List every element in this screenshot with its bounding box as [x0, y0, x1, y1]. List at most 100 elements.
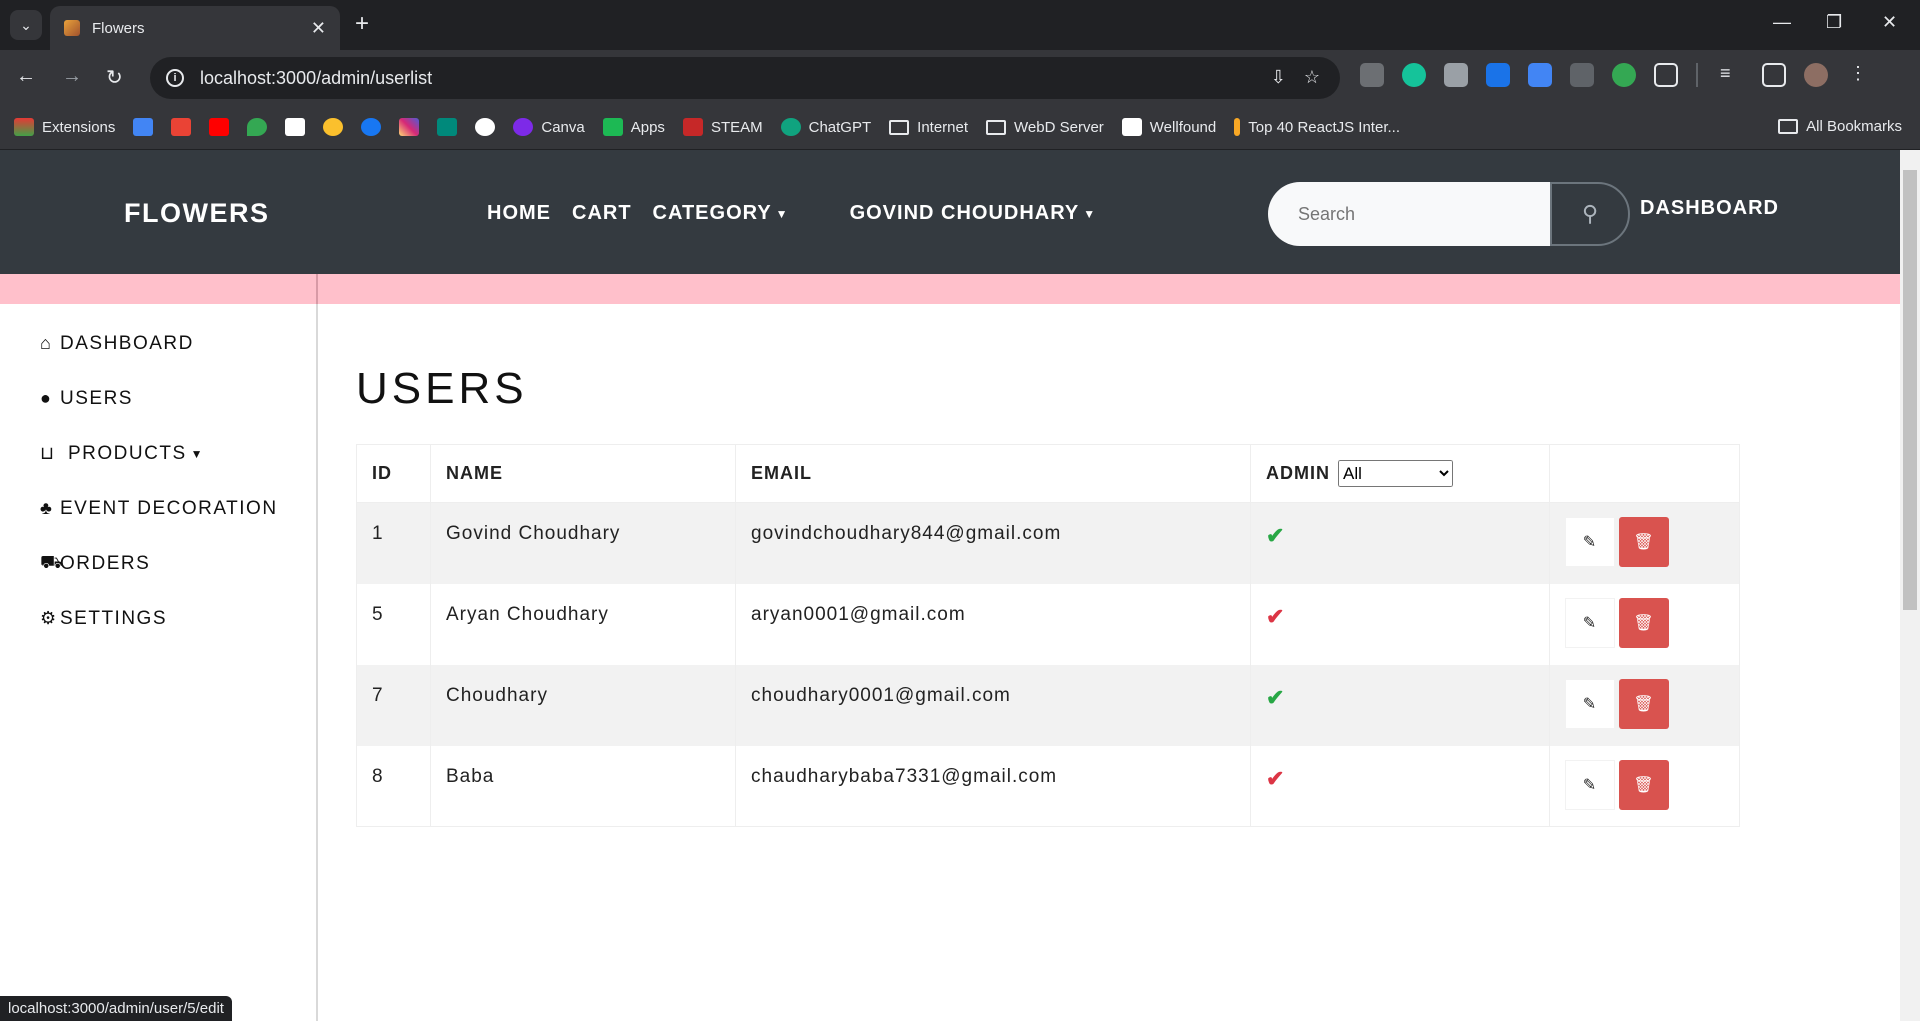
delete-button[interactable]: 🗑 [1619, 597, 1669, 648]
edit-button[interactable]: ✎ [1565, 759, 1615, 810]
site-info-icon[interactable]: i [166, 69, 184, 87]
sidebar-item-products[interactable]: ⊔ PRODUCTS ▼ [0, 426, 316, 481]
address-bar[interactable]: i localhost:3000/admin/userlist ⇩ ☆ [150, 57, 1340, 99]
tab-search-chevron-icon[interactable]: ⌄ [10, 10, 42, 40]
bookmark-internet[interactable]: Internet [889, 119, 968, 136]
scrollbar-thumb[interactable] [1903, 170, 1917, 610]
admin-filter-select[interactable]: All [1338, 460, 1454, 487]
bookmark-apps[interactable]: Apps [602, 118, 665, 136]
bookmark-gmail[interactable] [171, 118, 192, 136]
bookmark-facebook[interactable] [361, 118, 382, 136]
column-header-admin: ADMIN All [1250, 444, 1550, 503]
folder-icon [986, 119, 1007, 135]
browser-tabbar: ⌄ Flowers ✕ + — ❐ ✕ [0, 0, 1920, 50]
bookmark-extensions[interactable]: Extensions [14, 118, 115, 136]
menu-category[interactable]: CATEGORY ▼ [653, 202, 789, 225]
edit-icon: ✎ [1582, 534, 1598, 551]
sidebar-item-orders[interactable]: ⛟ ORDERS [0, 536, 316, 591]
cell-admin: ✔ [1250, 583, 1550, 665]
bookmark-translate[interactable] [133, 118, 154, 136]
docs-extension-icon[interactable] [1528, 63, 1552, 87]
cell-admin: ✔ [1250, 745, 1550, 827]
search-button[interactable]: ⚲ [1550, 182, 1630, 246]
window-close-icon[interactable]: ✕ [1882, 12, 1897, 33]
sidebar-item-label: EVENT DECORATION [60, 497, 278, 519]
minimize-icon[interactable]: — [1773, 12, 1791, 33]
shield-extension-icon[interactable] [1360, 63, 1384, 87]
menu-category-label: CATEGORY [652, 202, 772, 224]
bookmark-wellfound[interactable]: Wellfound [1121, 118, 1216, 136]
edit-button[interactable]: ✎ [1565, 517, 1615, 567]
browser-menu-icon[interactable]: ⋮ [1846, 63, 1870, 87]
bookmark-meet[interactable] [437, 118, 458, 136]
bookmark-youtube[interactable] [209, 118, 230, 136]
bookmark-instagram[interactable] [399, 118, 420, 136]
hand-extension-icon[interactable] [1444, 63, 1468, 87]
bookmark-steam[interactable]: STEAM [682, 118, 763, 136]
edit-button[interactable]: ✎ [1565, 597, 1615, 648]
sidebar-item-users[interactable]: ● USERS [0, 371, 316, 426]
cell-id: 8 [356, 745, 431, 827]
reload-icon[interactable]: ↻ [106, 65, 123, 90]
back-icon[interactable]: ← [16, 65, 36, 88]
delete-button[interactable]: 🗑 [1619, 517, 1669, 567]
target-extension-icon[interactable] [1612, 63, 1636, 87]
column-header-email: EMAIL [735, 444, 1251, 503]
bookmarks-bar: Extensions Canva Apps STEAM ChatGPT Inte… [0, 105, 1920, 150]
folder-icon [1778, 119, 1799, 134]
delete-button[interactable]: 🗑 [1619, 759, 1669, 810]
sidebar-item-settings[interactable]: ⚙ SETTINGS [0, 591, 316, 646]
bookmark-webd-server[interactable]: WebD Server [986, 119, 1104, 136]
site-brand[interactable]: FLOWERS [124, 198, 270, 229]
site-navbar: FLOWERS HOME CART CATEGORY ▼ GOVIND CHOUD… [0, 150, 1920, 274]
bookmark-react[interactable]: Top 40 ReactJS Inter... [1234, 118, 1400, 136]
menu-cart[interactable]: CART [572, 202, 632, 225]
bookmark-github[interactable] [475, 118, 496, 136]
bookmark-maps[interactable] [247, 118, 268, 136]
table-row: 1 Govind Choudhary govindchoudhary844@gm… [356, 502, 1740, 584]
edit-button[interactable]: ✎ [1565, 678, 1615, 729]
canva-icon [513, 118, 534, 136]
media-queue-icon[interactable]: ≡ [1720, 63, 1744, 87]
dolly-icon: ⊔ [40, 443, 56, 463]
browser-tab[interactable]: Flowers ✕ [50, 6, 340, 50]
bookmark-star-icon[interactable]: ☆ [1304, 67, 1320, 88]
edit-icon: ✎ [1582, 614, 1598, 632]
sidebar-item-event-decoration[interactable]: ♣ EVENT DECORATION [0, 481, 316, 536]
side-panel-icon[interactable] [1762, 63, 1786, 87]
menu-user[interactable]: GOVIND CHOUDHARY ▼ [850, 202, 1097, 225]
new-tab-icon[interactable]: + [355, 11, 369, 37]
browser-toolbar: ← → ↻ i localhost:3000/admin/userlist ⇩ … [0, 50, 1920, 105]
search-input[interactable] [1268, 182, 1550, 246]
bookmark-label: Canva [541, 118, 585, 136]
github-icon [475, 118, 496, 136]
restore-icon[interactable]: ❐ [1826, 12, 1842, 33]
nav-dashboard-link[interactable]: DASHBOARD [1640, 197, 1779, 220]
page-title: USERS [356, 364, 528, 413]
page-scrollbar[interactable] [1900, 150, 1920, 1021]
nfc-extension-icon[interactable] [1486, 63, 1510, 87]
bookmark-label: ChatGPT [808, 118, 872, 136]
bookmark-canva[interactable]: Canva [513, 118, 585, 136]
bookmark-chatgpt[interactable]: ChatGPT [780, 118, 872, 136]
tab-close-icon[interactable]: ✕ [311, 18, 326, 39]
sidebar-item-dashboard[interactable]: ⌂ DASHBOARD [0, 316, 316, 371]
sidebar-item-label: DASHBOARD [60, 332, 194, 354]
delete-button[interactable]: 🗑 [1619, 678, 1669, 729]
extensions-puzzle-icon[interactable] [1654, 63, 1678, 87]
cell-email: aryan0001@gmail.com [735, 583, 1251, 665]
ublock-extension-icon[interactable] [1570, 63, 1594, 87]
bookmark-amazon[interactable] [285, 118, 306, 136]
react-article-icon [1234, 118, 1241, 136]
menu-home[interactable]: HOME [487, 202, 551, 225]
grammarly-extension-icon[interactable] [1402, 63, 1426, 87]
install-app-icon[interactable]: ⇩ [1271, 67, 1286, 88]
cell-actions: ✎ 🗑 [1549, 664, 1740, 746]
bookmark-flipkart[interactable] [323, 118, 344, 136]
profile-avatar-icon[interactable] [1804, 63, 1828, 87]
forward-icon[interactable]: → [62, 65, 82, 88]
trash-icon: 🗑 [1633, 695, 1655, 713]
cell-id: 7 [356, 664, 431, 746]
amazon-icon [285, 118, 306, 136]
all-bookmarks[interactable]: All Bookmarks [1778, 118, 1902, 135]
